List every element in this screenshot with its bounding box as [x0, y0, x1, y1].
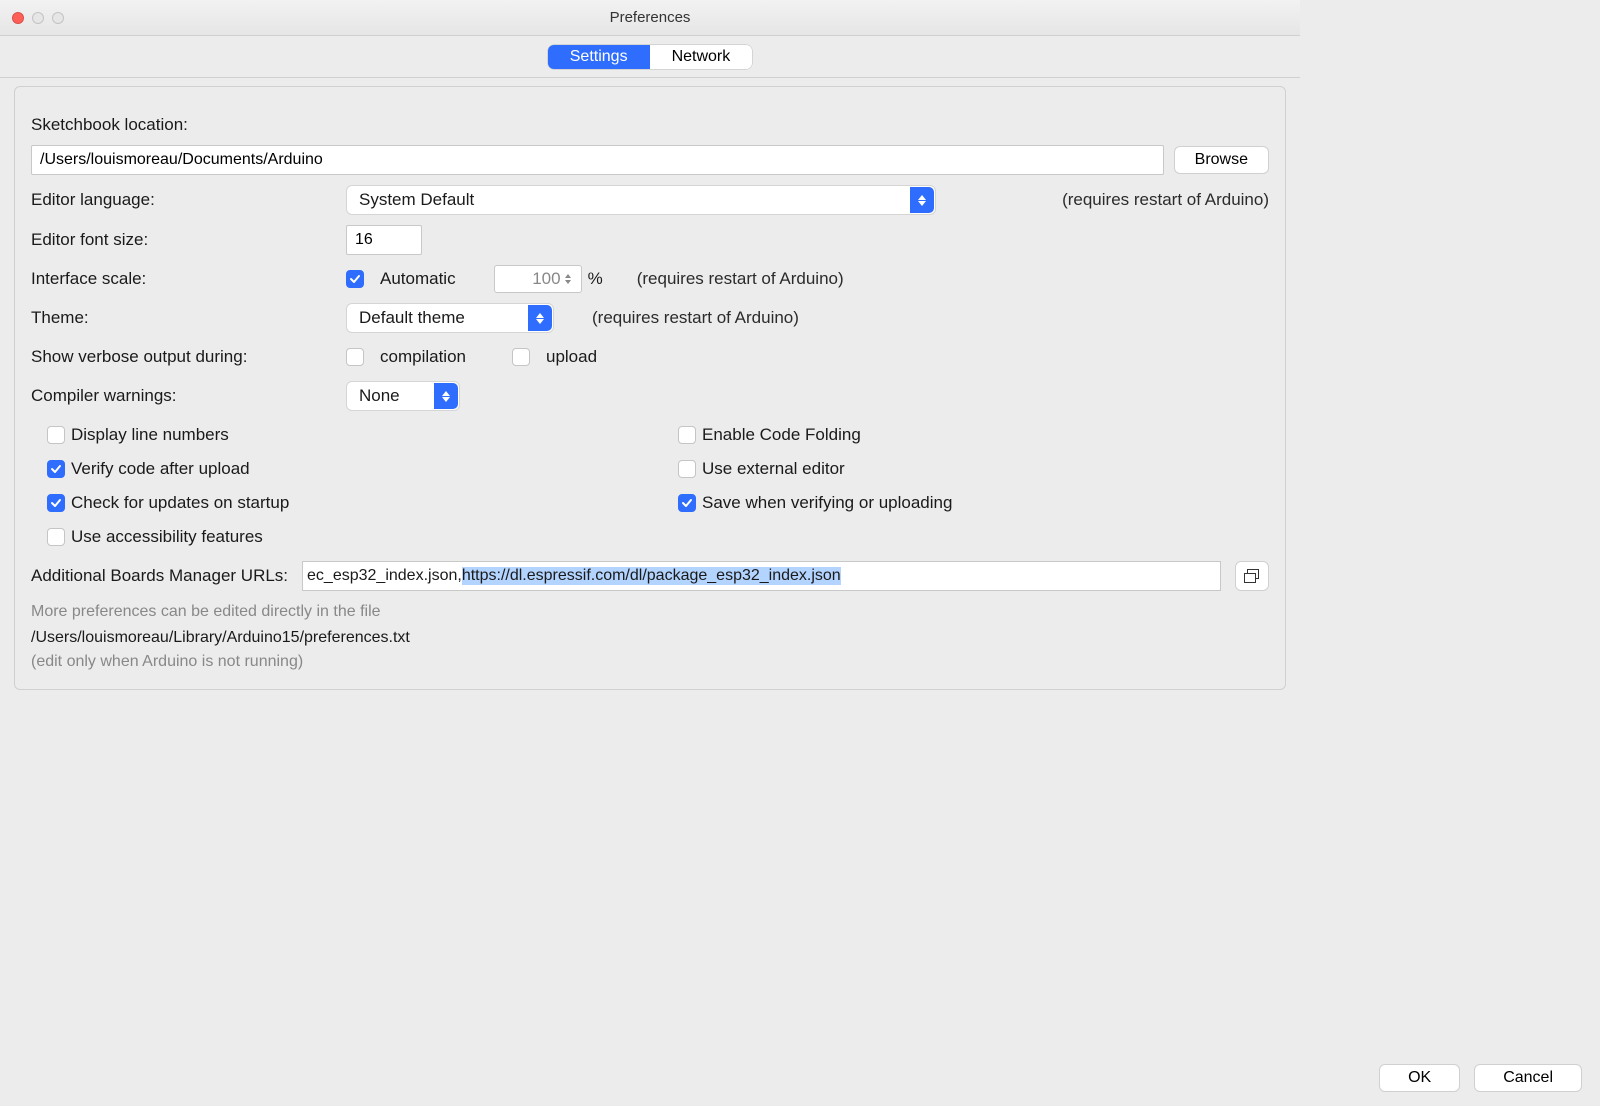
use-external-editor-checkbox[interactable] — [678, 460, 696, 478]
titlebar: Preferences — [0, 0, 1300, 36]
ok-button[interactable]: OK — [1379, 1064, 1460, 1092]
compiler-warnings-select[interactable]: None — [346, 381, 460, 411]
scale-hint: (requires restart of Arduino) — [637, 269, 844, 289]
upload-checkbox[interactable] — [512, 348, 530, 366]
save-when-verifying-checkbox[interactable] — [678, 494, 696, 512]
tab-settings[interactable]: Settings — [548, 45, 650, 69]
display-line-numbers-checkbox[interactable] — [47, 426, 65, 444]
verbose-label: Show verbose output during: — [31, 347, 336, 367]
boards-urls-input[interactable]: ec_esp32_index.json, https://dl.espressi… — [302, 561, 1221, 591]
footer-path[interactable]: /Users/louismoreau/Library/Arduino15/pre… — [31, 629, 1269, 647]
boards-urls-label: Additional Boards Manager URLs: — [31, 566, 288, 586]
compiler-warnings-value: None — [359, 386, 400, 406]
display-line-numbers-label: Display line numbers — [71, 425, 229, 445]
footer-note2: (edit only when Arduino is not running) — [31, 653, 1269, 671]
options-grid: Display line numbers Enable Code Folding… — [47, 425, 1269, 547]
enable-code-folding-checkbox[interactable] — [678, 426, 696, 444]
boards-urls-selected: https://dl.espressif.com/dl/package_esp3… — [462, 567, 841, 585]
editor-language-label: Editor language: — [31, 190, 336, 210]
save-when-verifying-label: Save when verifying or uploading — [702, 493, 952, 513]
upload-label: upload — [546, 347, 597, 367]
compilation-label: compilation — [380, 347, 466, 367]
theme-hint: (requires restart of Arduino) — [592, 308, 799, 328]
spinner-arrows-icon — [565, 268, 579, 290]
theme-select[interactable]: Default theme — [346, 303, 554, 333]
close-icon[interactable] — [12, 12, 24, 24]
chevron-up-down-icon — [434, 383, 458, 409]
sketchbook-path-input[interactable] — [31, 145, 1164, 175]
expand-urls-button[interactable] — [1235, 561, 1269, 591]
enable-code-folding-label: Enable Code Folding — [702, 425, 861, 445]
automatic-label: Automatic — [380, 269, 456, 289]
window-controls — [0, 12, 64, 24]
check-updates-label: Check for updates on startup — [71, 493, 289, 513]
percent-label: % — [588, 269, 603, 289]
font-size-input[interactable] — [346, 225, 422, 255]
scale-value: 100 — [532, 269, 560, 289]
window-stack-icon — [1244, 569, 1260, 583]
settings-panel: Sketchbook location: Browse Editor langu… — [14, 86, 1286, 690]
use-accessibility-checkbox[interactable] — [47, 528, 65, 546]
chevron-up-down-icon — [528, 305, 552, 331]
theme-value: Default theme — [359, 308, 465, 328]
font-size-label: Editor font size: — [31, 230, 336, 250]
use-accessibility-label: Use accessibility features — [71, 527, 263, 547]
editor-language-value: System Default — [359, 190, 474, 210]
compilation-checkbox[interactable] — [346, 348, 364, 366]
editor-language-hint: (requires restart of Arduino) — [1062, 190, 1269, 210]
tab-network[interactable]: Network — [650, 45, 753, 69]
interface-scale-label: Interface scale: — [31, 269, 336, 289]
zoom-icon[interactable] — [52, 12, 64, 24]
verify-after-upload-checkbox[interactable] — [47, 460, 65, 478]
button-bar: OK Cancel — [1379, 1064, 1582, 1092]
automatic-checkbox[interactable] — [346, 270, 364, 288]
minimize-icon[interactable] — [32, 12, 44, 24]
chevron-up-down-icon — [910, 187, 934, 213]
boards-urls-prefix: ec_esp32_index.json, — [307, 567, 462, 585]
tab-row: Settings Network — [0, 36, 1300, 78]
verify-after-upload-label: Verify code after upload — [71, 459, 250, 479]
compiler-warnings-label: Compiler warnings: — [31, 386, 336, 406]
browse-button[interactable]: Browse — [1174, 146, 1269, 174]
sketchbook-label: Sketchbook location: — [31, 115, 188, 135]
tabs-segmented: Settings Network — [548, 45, 753, 69]
check-updates-checkbox[interactable] — [47, 494, 65, 512]
scale-spinner[interactable]: 100 — [494, 265, 582, 293]
cancel-button[interactable]: Cancel — [1474, 1064, 1582, 1092]
use-external-editor-label: Use external editor — [702, 459, 845, 479]
theme-label: Theme: — [31, 308, 336, 328]
footer-note: More preferences can be edited directly … — [31, 603, 1269, 621]
window-title: Preferences — [0, 9, 1300, 26]
editor-language-select[interactable]: System Default — [346, 185, 936, 215]
